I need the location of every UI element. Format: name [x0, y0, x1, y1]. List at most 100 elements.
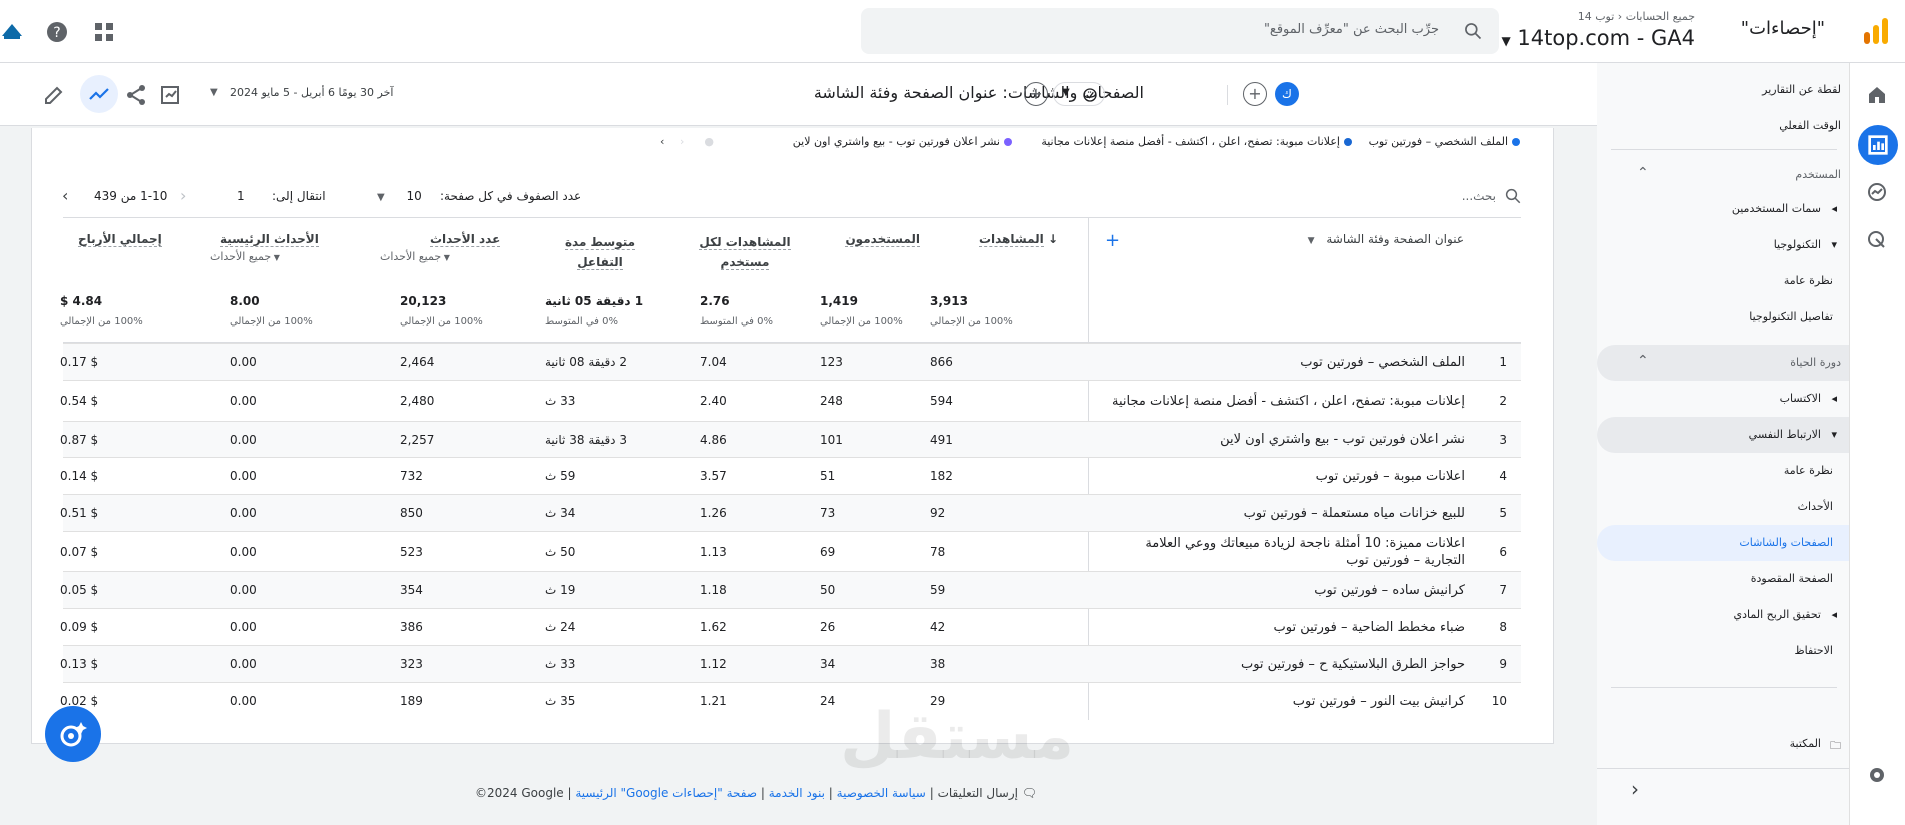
- nav-item-engagement-overview[interactable]: نظرة عامة: [1597, 453, 1849, 489]
- nav-item-landing-page[interactable]: الصفحة المقصودة: [1597, 561, 1849, 597]
- row-page-title[interactable]: اعلانات مبوبة – فورتين توب: [1105, 458, 1465, 494]
- row-page-title[interactable]: اعلانات مميزة: 10 أمثلة ناجحة لزيادة مبي…: [1105, 532, 1465, 571]
- chevron-next-icon[interactable]: ›: [62, 186, 68, 205]
- row-page-title[interactable]: كرانيش ساده – فورتين توب: [1105, 572, 1465, 608]
- metric-header-views[interactable]: ↓ المشاهدات: [930, 232, 1058, 247]
- share-icon[interactable]: [124, 83, 148, 107]
- nav-section-lifecycle[interactable]: دورة الحياة ⌃: [1597, 345, 1849, 381]
- row-page-title[interactable]: إعلانات مبوبة: تصفح، اعلن ، اكتشف - أفضل…: [1105, 381, 1465, 421]
- rows-per-page-select[interactable]: 10 ▼: [377, 189, 422, 203]
- total-views-share: 100% من الإجمالي: [930, 316, 1013, 327]
- row-engagement-time-value: 50 ث: [545, 544, 576, 559]
- nav-item-acquisition[interactable]: ◂ الاكتساب: [1597, 381, 1849, 417]
- account-avatar-icon[interactable]: [0, 18, 24, 42]
- customize-report-icon[interactable]: [158, 83, 182, 107]
- comparison-avatar[interactable]: ك: [1275, 82, 1299, 106]
- send-feedback-link[interactable]: إرسال التعليقات: [938, 786, 1018, 800]
- legend-item[interactable]: الملف الشخصي – فورتين توب: [1369, 135, 1520, 148]
- metric-header-engagement-time[interactable]: متوسط مدة التفاعل: [560, 232, 640, 272]
- row-page-title[interactable]: حواجز الطرق البلاستيكية ح – فورتين توب: [1105, 646, 1465, 682]
- row-views-per-user-value: 4.86: [700, 432, 727, 447]
- explore-icon[interactable]: [1865, 180, 1889, 204]
- nav-item-library[interactable]: 🗀 المكتبة: [1597, 726, 1849, 762]
- add-comparison-icon[interactable]: +: [1243, 82, 1267, 106]
- privacy-policy-link[interactable]: سياسة الخصوصية: [837, 786, 926, 800]
- goto-page-input[interactable]: 1: [237, 189, 245, 203]
- collapse-nav-chevron-icon[interactable]: ‹: [1631, 777, 1639, 801]
- row-index: 3: [1499, 432, 1507, 447]
- nav-item-realtime[interactable]: الوقت الفعلي: [1597, 108, 1849, 144]
- table-row[interactable]: 2 إعلانات مبوبة: تصفح، اعلن ، اكتشف - أفض…: [60, 380, 1521, 421]
- key-event-filter-select[interactable]: ▼ جميع الأحداث: [210, 250, 350, 263]
- apps-grid-icon[interactable]: [92, 20, 116, 44]
- home-icon[interactable]: [1865, 83, 1889, 107]
- nav-item-monetization[interactable]: ◂ تحقيق الربح المادي: [1597, 597, 1849, 633]
- date-range-picker[interactable]: آخر 30 يومًا 6 أبريل - 5 مايو 2024: [230, 86, 393, 99]
- nav-item-pages-and-screens[interactable]: الصفحات والشاشات: [1597, 525, 1849, 561]
- nav-item-engagement[interactable]: ▾ الارتباط النفسي: [1597, 417, 1849, 453]
- total-revenue-share: 100% من الإجمالي: [60, 316, 143, 327]
- advertising-icon[interactable]: [1865, 228, 1889, 252]
- event-filter-select[interactable]: ▼ جميع الأحداث: [380, 250, 520, 263]
- table-row[interactable]: 5 للبيع خزانات مياه مستعملة – فورتين توب 9…: [60, 494, 1521, 531]
- table-row[interactable]: 3 نشر اعلان فورتين توب - بيع واشتري اون ل…: [60, 421, 1521, 457]
- metric-header-key-events[interactable]: الأحداث الرئيسية ▼ جميع الأحداث: [210, 232, 350, 263]
- reports-nav-button[interactable]: [1858, 125, 1898, 165]
- nav-item-tech-details[interactable]: تفاصيل التكنولوجيا: [1597, 299, 1849, 335]
- legend-item[interactable]: إعلانات مبوبة: تصفح، اعلن ، اكتشف - أفضل…: [1041, 135, 1352, 148]
- legend-item[interactable]: نشر اعلان فورتين توب - بيع واشتري اون لا…: [793, 135, 1012, 148]
- row-key-events-value: 0.00: [230, 506, 257, 520]
- help-icon[interactable]: ?: [45, 20, 69, 44]
- svg-text:?: ?: [53, 25, 60, 41]
- row-users-value: 73: [820, 506, 836, 520]
- legend-dot: [1344, 138, 1352, 146]
- nav-item-events[interactable]: الأحداث: [1597, 489, 1849, 525]
- table-row[interactable]: 10 كرانيش بيت النور – فورتين توب 29 24 1.21 3…: [60, 682, 1521, 719]
- feedback-icon[interactable]: 🗨: [1022, 786, 1037, 800]
- chevron-left-icon[interactable]: ‹: [680, 135, 684, 148]
- footer-separator: |: [757, 786, 765, 800]
- table-row[interactable]: 7 كرانيش ساده – فورتين توب 59 50 1.18 19 ث 354…: [60, 571, 1521, 608]
- nav-section-user[interactable]: المستخدم ⌃: [1597, 157, 1849, 193]
- metric-header-views-per-user[interactable]: المشاهدات لكل مستخدم: [690, 232, 800, 272]
- report-status-dropdown[interactable]: ▼: [1053, 82, 1105, 106]
- metric-header-users[interactable]: المستخدمون: [810, 232, 920, 247]
- insights-button[interactable]: [80, 75, 118, 113]
- add-dimension-icon[interactable]: +: [1105, 230, 1120, 251]
- edit-pencil-icon[interactable]: [42, 83, 66, 107]
- row-key-events-value: 0.00: [230, 694, 257, 708]
- nav-item-reports-snapshot[interactable]: لقطة عن التقارير: [1597, 72, 1849, 108]
- analytics-home-link[interactable]: صفحة "إحصاءات Google" الرئيسية: [575, 786, 757, 800]
- admin-gear-icon[interactable]: [1865, 763, 1889, 787]
- search-bar[interactable]: جرِّب البحث عن "معرِّف الموقع": [861, 8, 1499, 54]
- chevron-right-icon[interactable]: ›: [660, 135, 664, 148]
- table-row[interactable]: 6 اعلانات مميزة: 10 أمثلة ناجحة لزيادة مب…: [60, 531, 1521, 571]
- nav-item-retention[interactable]: الاحتفاظ: [1597, 633, 1849, 669]
- row-page-title[interactable]: الملف الشخصي – فورتين توب: [1105, 344, 1465, 380]
- table-row[interactable]: 4 اعلانات مبوبة – فورتين توب 182 51 3.57 59 ث…: [60, 457, 1521, 494]
- report-assistant-button[interactable]: [45, 706, 101, 762]
- row-views-value: 866: [930, 355, 953, 369]
- table-search-input[interactable]: بحث...: [1462, 189, 1496, 203]
- row-page-title[interactable]: للبيع خزانات مياه مستعملة – فورتين توب: [1105, 495, 1465, 531]
- row-page-title[interactable]: كرانيش بيت النور – فورتين توب: [1105, 683, 1465, 719]
- row-index: 9: [1499, 657, 1507, 671]
- add-filter-icon[interactable]: +: [1024, 82, 1048, 106]
- nav-item-tech-overview[interactable]: نظرة عامة: [1597, 263, 1849, 299]
- dimension-column-header[interactable]: عنوان الصفحة وفئة الشاشة ▼: [1308, 232, 1464, 246]
- chevron-left-icon: ‹: [1614, 10, 1623, 23]
- row-page-title[interactable]: ضباء مخطط الضاحية – فورتين توب: [1105, 609, 1465, 645]
- table-row[interactable]: 9 حواجز الطرق البلاستيكية ح – فورتين توب 3…: [60, 645, 1521, 682]
- row-views-per-user-value: 7.04: [700, 355, 727, 369]
- table-row[interactable]: 1 الملف الشخصي – فورتين توب 866 123 7.04 2 دق…: [60, 343, 1521, 380]
- nav-item-user-attributes[interactable]: ◂ سمات المستخدمين: [1597, 191, 1849, 227]
- chevron-prev-icon[interactable]: ‹: [180, 186, 186, 205]
- terms-of-service-link[interactable]: بنود الخدمة: [769, 786, 825, 800]
- metric-header-revenue[interactable]: إجمالي الأرباح: [78, 232, 178, 247]
- metric-header-event-count[interactable]: عدد الأحداث ▼ جميع الأحداث: [380, 232, 520, 263]
- nav-item-technology[interactable]: ▾ التكنولوجيا: [1597, 227, 1849, 263]
- caret-down-icon[interactable]: ▼: [210, 87, 218, 98]
- row-index: 1: [1499, 355, 1507, 369]
- row-page-title[interactable]: نشر اعلان فورتين توب - بيع واشتري اون لا…: [1105, 422, 1465, 457]
- table-row[interactable]: 8 ضباء مخطط الضاحية – فورتين توب 42 26 1.62 2…: [60, 608, 1521, 645]
